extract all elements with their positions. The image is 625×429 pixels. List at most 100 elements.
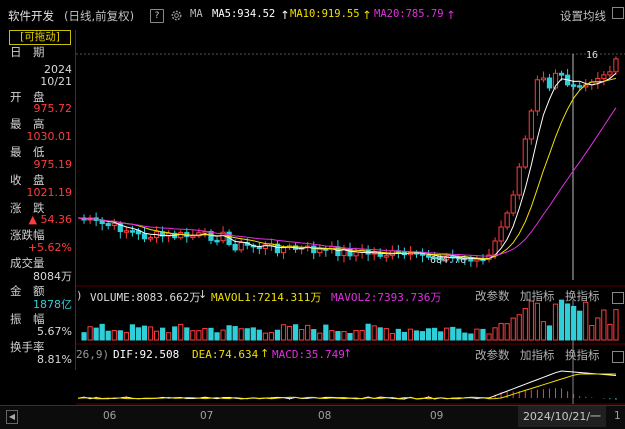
volume-bar bbox=[498, 322, 504, 341]
volume-bar bbox=[419, 331, 426, 341]
dea-arrow-icon: ↑ bbox=[260, 347, 270, 360]
candle bbox=[571, 84, 577, 87]
candle bbox=[607, 71, 613, 76]
candle bbox=[129, 230, 136, 233]
volume-bar bbox=[425, 328, 432, 341]
volume-bar bbox=[93, 327, 99, 341]
volume-bar bbox=[129, 324, 136, 341]
info-panel[interactable]: [可拖动] 日 期 2024 10/21 开 盘 975.72 最 高 1030.01 最 低… bbox=[5, 30, 76, 370]
volume-bar bbox=[552, 303, 559, 341]
time-axis-bar[interactable]: ◀ 06 07 08 09 2024/10/21/一 1 bbox=[0, 405, 625, 429]
volume-bar bbox=[292, 324, 299, 341]
candle bbox=[353, 251, 359, 257]
volume-value: VOLUME:8083.662万 bbox=[90, 291, 201, 304]
volume-bar bbox=[486, 333, 492, 341]
scroll-left-icon[interactable]: ◀ bbox=[6, 410, 18, 424]
period-mode[interactable]: (日线,前复权) bbox=[64, 8, 134, 24]
volume-bar bbox=[274, 329, 281, 341]
chart-canvas[interactable] bbox=[0, 0, 625, 428]
volume-bar bbox=[232, 326, 238, 341]
vol-panel-toggle-icon[interactable] bbox=[612, 292, 624, 304]
candle bbox=[256, 246, 262, 249]
volume-bar bbox=[99, 323, 105, 341]
macd-add-indicator-button[interactable]: 加指标 bbox=[520, 347, 555, 363]
volume-bar bbox=[413, 330, 420, 341]
ma10-arrow-icon: ↑ bbox=[362, 8, 372, 22]
macd-change-param-button[interactable]: 改参数 bbox=[475, 347, 510, 363]
volume-bar bbox=[607, 323, 613, 341]
vol-switch-indicator-button[interactable]: 换指标 bbox=[565, 288, 600, 304]
volume-bar bbox=[534, 302, 540, 341]
info-value: 975.72 bbox=[33, 102, 73, 115]
mavol2-value: MAVOL2:7393.736万 bbox=[331, 291, 442, 304]
window-toggle-icon[interactable] bbox=[612, 7, 624, 19]
macd-value: MACD:35.749 bbox=[272, 348, 345, 361]
info-value: 1030.01 bbox=[26, 130, 73, 143]
volume-bar bbox=[401, 331, 408, 341]
volume-bar bbox=[87, 326, 93, 341]
volume-bar bbox=[389, 332, 395, 341]
volume-bar bbox=[196, 330, 202, 341]
candle bbox=[190, 235, 196, 238]
drag-tag[interactable]: [可拖动] bbox=[9, 30, 71, 45]
volume-bar bbox=[286, 325, 293, 341]
volume-bar bbox=[407, 328, 414, 341]
volume-bar bbox=[178, 323, 184, 341]
info-value: 10/21 bbox=[40, 75, 72, 88]
info-value: 5.67% bbox=[37, 325, 72, 338]
vol-add-indicator-button[interactable]: 加指标 bbox=[520, 288, 555, 304]
volume-bar bbox=[450, 326, 456, 341]
candle bbox=[510, 194, 516, 214]
candle bbox=[498, 226, 504, 242]
volume-bar bbox=[504, 323, 510, 341]
macd-arrow-icon: ↑ bbox=[343, 347, 353, 360]
volume-bar bbox=[244, 328, 250, 341]
candle bbox=[577, 85, 583, 88]
volume-bar bbox=[214, 332, 220, 341]
candle bbox=[123, 230, 129, 233]
volume-bar bbox=[329, 330, 335, 341]
volume-bar bbox=[135, 327, 142, 341]
candle bbox=[178, 232, 184, 239]
macd-switch-indicator-button[interactable]: 换指标 bbox=[565, 347, 600, 363]
macd-panel-toggle-icon[interactable] bbox=[612, 351, 624, 363]
stock-title: 软件开发 bbox=[8, 9, 54, 23]
volume-bar bbox=[335, 331, 341, 341]
gear-icon[interactable] bbox=[170, 9, 183, 22]
candle bbox=[141, 233, 148, 240]
settings-ma-button[interactable]: 设置均线 bbox=[560, 8, 606, 24]
axis-tick-06: 06 bbox=[103, 410, 117, 422]
volume-bar bbox=[220, 329, 226, 341]
volume-bar bbox=[540, 321, 547, 341]
chart-header: 软件开发 (日线,前复权) ? MA MA5:934.52 ↑ MA10:919… bbox=[0, 0, 625, 30]
volume-bar bbox=[341, 331, 347, 341]
ma5-value: MA5:934.52 bbox=[212, 8, 276, 20]
candle bbox=[504, 212, 510, 228]
candle bbox=[522, 138, 528, 168]
candle bbox=[311, 245, 317, 254]
ma-label: MA bbox=[190, 8, 203, 20]
vol-change-param-button[interactable]: 改参数 bbox=[475, 288, 510, 304]
candle bbox=[232, 243, 238, 251]
volume-bar bbox=[601, 309, 607, 341]
volume-bar bbox=[492, 327, 498, 341]
volume-bar bbox=[238, 328, 244, 341]
candle bbox=[613, 58, 619, 73]
volume-bar bbox=[250, 327, 256, 341]
volume-bar bbox=[172, 326, 178, 341]
volume-bar bbox=[256, 329, 262, 341]
volume-bar bbox=[111, 329, 117, 341]
volume-bar bbox=[208, 327, 214, 341]
volume-bar bbox=[528, 300, 534, 341]
help-button[interactable]: ? bbox=[150, 9, 164, 23]
info-value: 1878亿 bbox=[33, 298, 72, 311]
candle bbox=[383, 255, 389, 258]
volume-bar bbox=[123, 331, 129, 341]
volume-bar bbox=[558, 299, 565, 341]
candle bbox=[540, 77, 547, 81]
volume-bar bbox=[317, 332, 323, 341]
candle bbox=[99, 219, 105, 225]
candle bbox=[214, 239, 220, 243]
info-value: 8084万 bbox=[33, 270, 72, 283]
volume-bar bbox=[510, 317, 516, 341]
